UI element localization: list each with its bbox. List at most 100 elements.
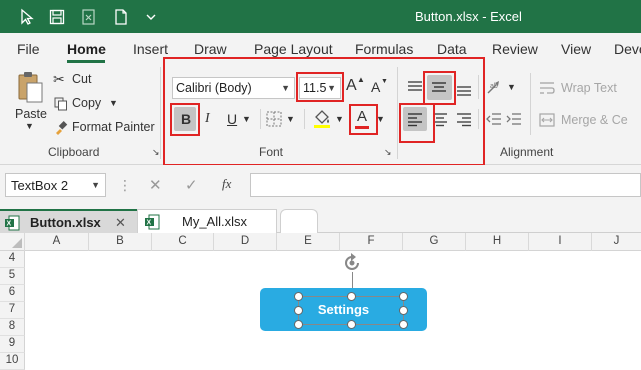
resize-handle[interactable]: [347, 320, 356, 329]
resize-handle[interactable]: [399, 320, 408, 329]
decrease-indent-icon[interactable]: [486, 111, 502, 127]
row-header[interactable]: 6: [0, 285, 25, 302]
paste-dropdown-icon[interactable]: ▼: [25, 121, 34, 131]
new-tab-button[interactable]: [280, 209, 318, 233]
resize-handle[interactable]: [347, 292, 356, 301]
tab-my-all-xlsx[interactable]: X My_All.xlsx: [137, 209, 277, 233]
group-separator: [160, 67, 161, 159]
more-options-icon[interactable]: ⋮: [118, 177, 132, 194]
menu-home[interactable]: Home: [67, 41, 106, 57]
tab-label: My_All.xlsx: [182, 214, 248, 229]
svg-text:ab: ab: [490, 83, 498, 90]
wrap-text-label: Wrap Text: [561, 81, 617, 95]
name-box-value: TextBox 2: [11, 178, 69, 193]
menu-data[interactable]: Data: [437, 41, 467, 57]
column-header[interactable]: I: [529, 233, 592, 251]
highlight-box-middle-align: [423, 71, 456, 105]
copy-label: Copy: [72, 96, 102, 110]
highlight-box-bold: [170, 103, 200, 136]
merge-center-button[interactable]: Merge & Ce: [539, 111, 641, 131]
resize-handle[interactable]: [399, 292, 408, 301]
row-header[interactable]: 4: [0, 251, 25, 268]
column-headers: A B C D E F G H I J: [0, 233, 641, 251]
cursor-icon[interactable]: [18, 8, 36, 26]
orientation-icon: ab: [487, 81, 499, 94]
cut-label: Cut: [72, 72, 92, 86]
save-icon[interactable]: [48, 8, 66, 26]
column-header[interactable]: F: [340, 233, 403, 251]
paste-icon: [18, 72, 43, 103]
name-box[interactable]: TextBox 2 ▼: [5, 173, 106, 197]
menu-draw[interactable]: Draw: [194, 41, 227, 57]
alignment-group-label: Alignment: [500, 145, 554, 159]
menu-formulas[interactable]: Formulas: [355, 41, 413, 57]
quick-access-more-icon[interactable]: [142, 8, 160, 26]
svg-text:X: X: [147, 220, 152, 227]
row-header[interactable]: 5: [0, 268, 25, 285]
column-header[interactable]: A: [25, 233, 89, 251]
insert-function-icon[interactable]: fx: [222, 176, 231, 192]
resize-handle[interactable]: [399, 306, 408, 315]
row-header[interactable]: 9: [0, 336, 25, 353]
menu-review[interactable]: Review: [492, 41, 538, 57]
row-header[interactable]: 10: [0, 353, 25, 370]
scissors-icon: ✂: [53, 71, 65, 87]
tab-label: Button.xlsx: [30, 215, 101, 230]
row-header[interactable]: 8: [0, 319, 25, 336]
column-header[interactable]: J: [592, 233, 641, 251]
formula-input[interactable]: [250, 173, 641, 197]
title-bar: Button.xlsx - Excel: [0, 0, 641, 33]
wrap-text-button[interactable]: Wrap Text: [539, 79, 641, 99]
copy-dropdown-icon[interactable]: ▼: [109, 98, 118, 108]
clipboard-group-label: Clipboard: [48, 145, 100, 159]
excel-file-icon: X: [5, 215, 20, 231]
column-header[interactable]: D: [214, 233, 277, 251]
increase-indent-icon[interactable]: [506, 111, 522, 127]
copy-button[interactable]: Copy ▼: [53, 95, 123, 113]
merge-icon: [539, 113, 555, 127]
autosave-icon[interactable]: [80, 8, 98, 26]
select-all-icon: [12, 238, 22, 248]
column-header[interactable]: E: [277, 233, 340, 251]
new-file-icon[interactable]: [112, 8, 130, 26]
window-title: Button.xlsx - Excel: [415, 9, 522, 24]
column-header[interactable]: B: [89, 233, 152, 251]
resize-handle[interactable]: [294, 320, 303, 329]
highlight-box-font-size: [296, 72, 344, 102]
orientation-button[interactable]: ab ▼: [486, 77, 520, 99]
format-painter-label: Format Painter: [72, 120, 155, 134]
menu-developer[interactable]: Deve: [614, 41, 641, 57]
copy-icon: [54, 97, 67, 111]
column-header[interactable]: H: [466, 233, 529, 251]
menu-view[interactable]: View: [561, 41, 591, 57]
menu-insert[interactable]: Insert: [133, 41, 168, 57]
enter-icon[interactable]: ✓: [185, 176, 198, 194]
column-header[interactable]: C: [152, 233, 214, 251]
excel-file-icon: X: [145, 214, 160, 230]
menu-file[interactable]: File: [17, 41, 40, 57]
format-painter-button[interactable]: Format Painter: [53, 119, 155, 137]
clipboard-dialog-launcher-icon[interactable]: ↘: [152, 147, 160, 158]
highlight-box-font-color: [349, 104, 378, 135]
column-header[interactable]: G: [403, 233, 466, 251]
ribbon: Paste ▼ ✂ Cut Copy ▼ Format Painter Clip…: [0, 57, 641, 166]
chevron-down-icon: ▼: [507, 82, 516, 92]
cut-button[interactable]: ✂ Cut: [53, 71, 113, 89]
wrap-text-icon: [540, 82, 555, 94]
resize-handle[interactable]: [294, 306, 303, 315]
select-all-corner[interactable]: [0, 233, 25, 251]
close-tab-icon[interactable]: ✕: [115, 215, 126, 231]
row-header[interactable]: 7: [0, 302, 25, 319]
highlight-box-align-left: [399, 103, 435, 143]
group-separator: [530, 73, 531, 135]
formula-bar: TextBox 2 ▼ ⋮ ✕ ✓ fx: [0, 165, 641, 205]
cancel-icon[interactable]: ✕: [149, 176, 162, 194]
menu-page-layout[interactable]: Page Layout: [254, 41, 333, 57]
merge-center-label: Merge & Ce: [561, 113, 628, 127]
tab-button-xlsx[interactable]: X Button.xlsx ✕: [0, 209, 137, 233]
rotate-handle-icon[interactable]: [341, 252, 363, 274]
paste-button[interactable]: Paste ▼: [12, 71, 48, 135]
chevron-down-icon[interactable]: ▼: [91, 180, 100, 190]
svg-text:X: X: [7, 221, 12, 228]
resize-handle[interactable]: [294, 292, 303, 301]
